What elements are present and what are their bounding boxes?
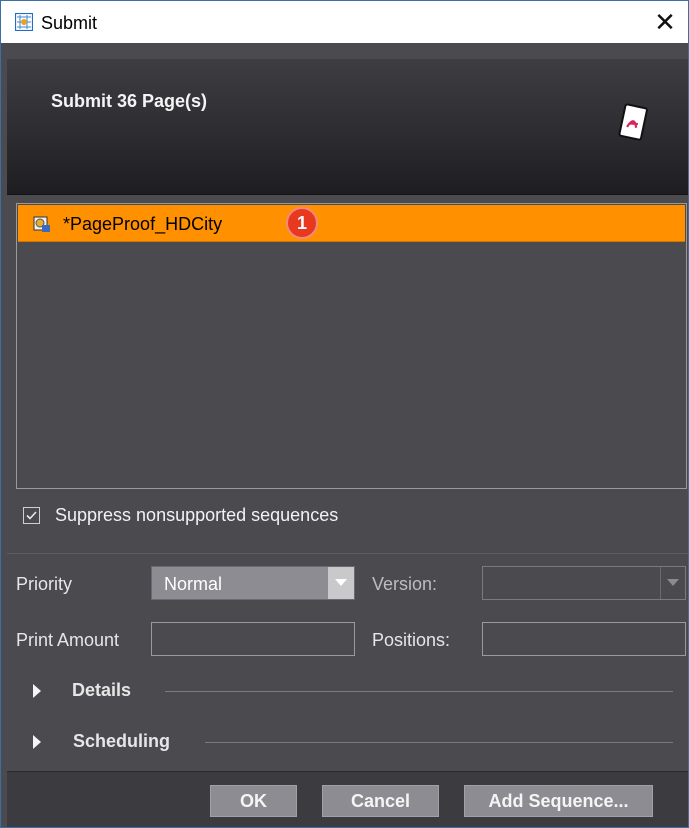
scheduling-section-toggle[interactable]: Scheduling bbox=[33, 730, 673, 754]
header-title: Submit 36 Page(s) bbox=[51, 91, 208, 111]
scheduling-label: Scheduling bbox=[73, 731, 171, 751]
details-section-toggle[interactable]: Details bbox=[33, 679, 673, 703]
version-dropdown[interactable] bbox=[482, 566, 686, 600]
section-divider bbox=[165, 691, 673, 692]
add-sequence-button[interactable]: Add Sequence... bbox=[464, 785, 653, 817]
positions-label: Positions: bbox=[372, 630, 451, 650]
expand-arrow-icon bbox=[33, 735, 41, 749]
chevron-down-icon[interactable] bbox=[660, 567, 685, 599]
step-badge: 1 bbox=[286, 207, 318, 239]
checkmark-icon bbox=[26, 511, 37, 520]
priority-label: Priority bbox=[16, 574, 73, 594]
expand-arrow-icon bbox=[33, 684, 41, 698]
sequence-label: *PageProof_HDCity bbox=[63, 214, 223, 234]
pdf-document-icon bbox=[618, 103, 648, 141]
details-label: Details bbox=[72, 680, 132, 700]
print-amount-field[interactable] bbox=[151, 622, 355, 656]
divider bbox=[7, 553, 688, 554]
print-amount-label: Print Amount bbox=[16, 630, 120, 650]
close-button[interactable]: ✕ bbox=[642, 1, 688, 43]
positions-field[interactable] bbox=[482, 622, 686, 656]
sequence-list-item[interactable]: *PageProof_HDCity 1 bbox=[18, 205, 685, 242]
suppress-checkbox[interactable] bbox=[23, 507, 40, 524]
section-divider bbox=[205, 742, 673, 743]
sequence-list[interactable]: *PageProof_HDCity 1 bbox=[16, 203, 687, 489]
close-icon: ✕ bbox=[654, 6, 676, 37]
app-icon bbox=[15, 13, 33, 31]
priority-value: Normal bbox=[164, 574, 223, 594]
sequence-icon bbox=[33, 216, 50, 232]
cancel-button[interactable]: Cancel bbox=[322, 785, 439, 817]
suppress-label: Suppress nonsupported sequences bbox=[55, 505, 339, 525]
chevron-down-icon[interactable] bbox=[328, 567, 354, 599]
version-label: Version: bbox=[372, 574, 438, 594]
title-bar: Submit ✕ bbox=[1, 1, 688, 43]
priority-dropdown[interactable]: Normal bbox=[151, 566, 355, 600]
submit-dialog: Submit ✕ Submit 36 Page(s) *PageProof_HD… bbox=[0, 0, 689, 828]
dialog-header: Submit 36 Page(s) bbox=[7, 59, 688, 195]
ok-button[interactable]: OK bbox=[210, 785, 297, 817]
window-title: Submit bbox=[41, 13, 98, 33]
